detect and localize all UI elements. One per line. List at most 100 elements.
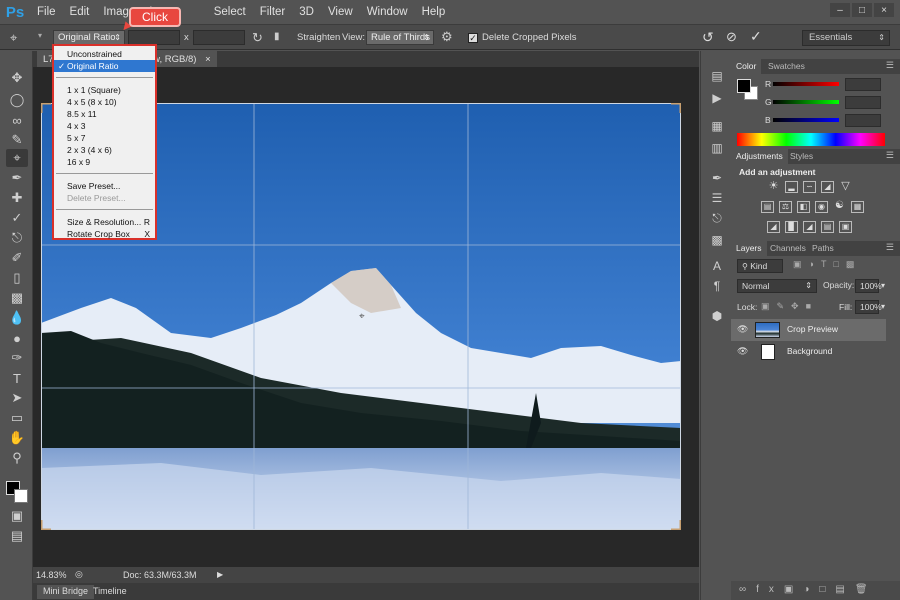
commit-check-icon[interactable]: ✓ xyxy=(750,28,762,45)
tab-paths[interactable]: Paths xyxy=(807,241,839,256)
eraser-tool-icon[interactable]: ▯ xyxy=(6,269,28,287)
move-tool-icon[interactable]: ✥ xyxy=(6,69,28,87)
dropdown-item[interactable]: Size & Resolution... R xyxy=(54,216,155,228)
invert-icon[interactable]: ◢ xyxy=(767,221,780,233)
tab-timeline[interactable]: Timeline xyxy=(87,585,133,599)
menu-file[interactable]: File xyxy=(30,6,63,18)
posterize-icon[interactable]: ▉ xyxy=(785,221,798,233)
layer-filter-icons[interactable]: ▣◑T□▩ xyxy=(793,259,861,270)
menu-3d[interactable]: 3D xyxy=(292,6,321,18)
zoom-level[interactable]: 14.83% xyxy=(36,570,67,580)
dropdown-item[interactable]: 5 x 7 xyxy=(54,132,155,144)
dropdown-item[interactable]: 4 x 5 (8 x 10) xyxy=(54,96,155,108)
hue-saturation-icon[interactable]: ▤ xyxy=(761,201,774,213)
crop-ratio-select[interactable]: Original Ratio ⇕ xyxy=(53,30,125,45)
dropdown-item[interactable]: 8.5 x 11 xyxy=(54,108,155,120)
selective-color-icon[interactable]: ▣ xyxy=(839,221,852,233)
levels-icon[interactable]: ▂ xyxy=(785,181,798,193)
curves-icon[interactable]: ∽ xyxy=(803,181,816,193)
menu-filter[interactable]: Filter xyxy=(253,6,293,18)
history-icon[interactable]: ▤ xyxy=(709,69,725,83)
brush-panel-icon[interactable]: ✒ xyxy=(709,171,725,185)
tab-adjustments[interactable]: Adjustments xyxy=(731,149,788,164)
menu-view[interactable]: View xyxy=(321,6,360,18)
stamp-tool-icon[interactable]: ⎋ xyxy=(6,229,28,247)
zoom-tool-icon[interactable]: ⚲ xyxy=(6,449,28,467)
dropdown-item[interactable]: Rotate Crop Box X xyxy=(54,228,155,240)
fill-arrow-icon[interactable]: ▾ xyxy=(881,302,885,311)
crop-tool-icon[interactable]: ⌖ xyxy=(10,30,17,46)
channel-mixer-icon[interactable]: ☯ xyxy=(833,201,846,213)
menu-window[interactable]: Window xyxy=(360,6,415,18)
straighten-label[interactable]: Straighten xyxy=(297,32,340,43)
tab-color[interactable]: Color xyxy=(731,59,762,74)
panel-menu-icon[interactable]: ☰ xyxy=(886,242,894,253)
status-menu-arrow-icon[interactable]: ▶ xyxy=(217,570,223,579)
red-value-input[interactable] xyxy=(845,78,881,91)
dropdown-item[interactable]: 2 x 3 (4 x 6) xyxy=(54,144,155,156)
marquee-tool-icon[interactable]: ◯ xyxy=(6,91,28,109)
opacity-arrow-icon[interactable]: ▾ xyxy=(881,281,885,290)
lasso-tool-icon[interactable]: ∞ xyxy=(6,111,28,129)
blue-value-input[interactable] xyxy=(845,114,881,127)
info-icon[interactable]: ▥ xyxy=(709,141,725,155)
color-spectrum-ramp[interactable] xyxy=(737,133,885,146)
layer-footer-icons[interactable]: ∞fx▣◑□▤🗑 xyxy=(739,584,878,595)
blend-mode-select[interactable]: Normal ⇕ xyxy=(737,279,817,293)
tab-channels[interactable]: Channels xyxy=(765,241,811,256)
clone-source-icon[interactable]: ⎋ xyxy=(709,211,725,225)
menu-edit[interactable]: Edit xyxy=(63,6,97,18)
background-color-swatch[interactable] xyxy=(14,489,28,503)
pen-tool-icon[interactable]: ✑ xyxy=(6,349,28,367)
dropdown-item[interactable]: 1 x 1 (Square) xyxy=(54,84,155,96)
close-icon[interactable]: × xyxy=(874,3,894,17)
cancel-icon[interactable]: ⊘ xyxy=(726,29,737,45)
dropdown-item[interactable]: Save Preset... xyxy=(54,180,155,192)
tab-swatches[interactable]: Swatches xyxy=(763,59,810,74)
actions-play-icon[interactable]: ▶ xyxy=(709,91,725,105)
screen-mode-icon[interactable]: ▤ xyxy=(6,527,28,545)
tab-close-icon[interactable]: × xyxy=(205,54,211,65)
color-balance-icon[interactable]: ⚖ xyxy=(779,201,792,213)
workspace-select[interactable]: Essentials ⇕ xyxy=(802,30,890,46)
menu-help[interactable]: Help xyxy=(415,6,453,18)
ratio-height-input[interactable] xyxy=(193,30,245,45)
layer-row[interactable]: 👁 Crop Preview xyxy=(731,319,886,341)
vibrance-icon[interactable]: ▽ xyxy=(839,181,852,193)
swap-icon[interactable]: ↻ xyxy=(252,30,263,46)
tool-presets-icon[interactable]: ▩ xyxy=(709,233,725,247)
type-tool-icon[interactable]: T xyxy=(6,369,28,387)
gradient-tool-icon[interactable]: ▩ xyxy=(6,289,28,307)
tab-styles[interactable]: Styles xyxy=(785,149,818,164)
dropdown-item-selected[interactable]: ✓ Original Ratio xyxy=(54,60,155,72)
brush-tool-icon[interactable]: ✓ xyxy=(6,209,28,227)
hand-tool-icon[interactable]: ✋ xyxy=(6,429,28,447)
dropdown-item[interactable]: 16 x 9 xyxy=(54,156,155,168)
foreground-color-swatch[interactable] xyxy=(737,79,751,93)
black-white-icon[interactable]: ◧ xyxy=(797,201,810,213)
history-brush-tool-icon[interactable]: ✐ xyxy=(6,249,28,267)
red-slider[interactable] xyxy=(773,82,839,86)
gradient-map-icon[interactable]: ▤ xyxy=(821,221,834,233)
visibility-eye-icon[interactable]: 👁 xyxy=(737,324,748,335)
eyedropper-tool-icon[interactable]: ✒ xyxy=(6,169,28,187)
panel-menu-icon[interactable]: ☰ xyxy=(886,60,894,71)
panel-menu-icon[interactable]: ☰ xyxy=(886,150,894,161)
dropdown-item[interactable]: 4 x 3 xyxy=(54,120,155,132)
layer-row[interactable]: 👁 Background xyxy=(731,341,886,363)
photo-filter-icon[interactable]: ◉ xyxy=(815,201,828,213)
tab-layers[interactable]: Layers xyxy=(731,241,767,256)
ratio-width-input[interactable] xyxy=(128,30,180,45)
tool-preset-caret-icon[interactable]: ▾ xyxy=(38,31,42,40)
delete-cropped-checkbox[interactable]: ✓ xyxy=(468,33,478,43)
brush-presets-icon[interactable]: ☰ xyxy=(709,191,725,205)
minimize-icon[interactable]: – xyxy=(830,3,850,17)
brightness-icon[interactable]: ☀ xyxy=(767,181,780,193)
threshold-icon[interactable]: ◢ xyxy=(803,221,816,233)
color-lookup-icon[interactable]: ▦ xyxy=(851,201,864,213)
maximize-icon[interactable]: □ xyxy=(852,3,872,17)
healing-tool-icon[interactable]: ✚ xyxy=(6,189,28,207)
crop-tool-icon[interactable]: ⌖ xyxy=(6,149,28,167)
lock-icons[interactable]: ▣✎✥■ xyxy=(761,301,818,312)
tab-mini-bridge[interactable]: Mini Bridge xyxy=(37,585,95,599)
